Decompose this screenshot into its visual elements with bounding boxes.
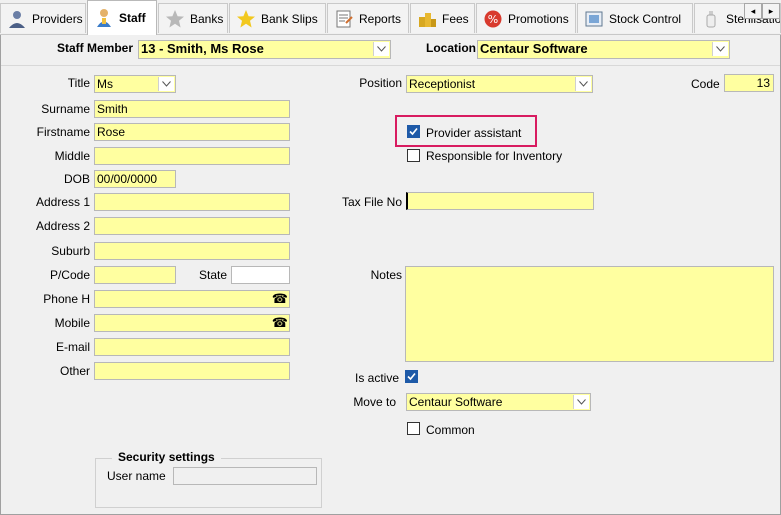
middle-label: Middle <box>54 149 90 163</box>
person-icon <box>7 9 27 29</box>
security-settings-title: Security settings <box>112 450 221 464</box>
tab-providers[interactable]: Providers <box>0 3 86 33</box>
is-active-checkbox[interactable] <box>405 370 418 383</box>
middle-input[interactable] <box>94 147 290 165</box>
mobile-input[interactable]: ☎ <box>94 314 290 332</box>
code-label: Code <box>691 77 720 91</box>
title-value: Ms <box>97 77 113 91</box>
chevron-down-icon[interactable] <box>575 77 591 91</box>
staff-member-label: Staff Member <box>57 41 134 55</box>
pcode-input[interactable] <box>94 266 176 284</box>
checkmark-icon <box>407 372 416 381</box>
email-label: E-mail <box>55 340 90 354</box>
location-value: Centaur Software <box>480 41 588 56</box>
tab-reports[interactable]: Reports <box>327 3 409 33</box>
taxfile-input[interactable] <box>406 192 594 210</box>
tab-staff[interactable]: Staff <box>87 0 157 35</box>
state-input[interactable] <box>231 266 290 284</box>
is-active-label: Is active <box>354 371 399 385</box>
phone-icon[interactable]: ☎ <box>272 291 288 307</box>
chevron-down-icon[interactable] <box>373 42 389 56</box>
move-to-value: Centaur Software <box>409 395 503 409</box>
svg-text:%: % <box>488 13 498 26</box>
chevron-right-icon: ▸ <box>768 5 774 16</box>
title-select[interactable]: Ms <box>94 75 176 93</box>
move-to-select[interactable]: Centaur Software <box>406 393 591 411</box>
address1-label: Address 1 <box>35 195 90 209</box>
other-input[interactable] <box>94 362 290 380</box>
tab-label: Promotions <box>508 11 569 26</box>
report-icon <box>334 9 354 29</box>
tab-promotions[interactable]: % Promotions <box>476 3 576 33</box>
common-checkbox[interactable] <box>407 422 420 435</box>
chevron-down-icon[interactable] <box>712 42 728 56</box>
notes-label: Notes <box>370 268 402 282</box>
address2-label: Address 2 <box>35 219 90 233</box>
dob-input[interactable]: 00/00/0000 <box>94 170 176 188</box>
tab-label: Banks <box>190 11 224 26</box>
star-icon <box>165 9 185 29</box>
phoneh-label: Phone H <box>43 292 90 306</box>
tab-label: Staff <box>119 11 146 25</box>
position-value: Receptionist <box>409 77 476 91</box>
chevron-down-icon[interactable] <box>158 77 174 91</box>
firstname-label: Firstname <box>36 125 90 139</box>
responsible-inventory-label[interactable]: Responsible for Inventory <box>426 149 562 163</box>
position-select[interactable]: Receptionist <box>406 75 593 93</box>
provider-assistant-checkbox[interactable] <box>407 125 420 138</box>
position-label: Position <box>359 76 402 90</box>
state-label: State <box>199 268 228 282</box>
tab-label: Stock Control <box>609 11 682 26</box>
tab-banks[interactable]: Banks <box>158 3 228 33</box>
staff-member-select[interactable]: 13 - Smith, Ms Rose <box>138 40 391 59</box>
coins-icon <box>417 9 437 29</box>
username-input[interactable] <box>173 467 317 485</box>
address1-input[interactable] <box>94 193 290 211</box>
staff-member-value: 13 - Smith, Ms Rose <box>141 41 264 56</box>
tab-label: Reports <box>359 11 402 26</box>
star-icon <box>236 9 256 29</box>
bottle-icon <box>701 9 721 29</box>
responsible-inventory-checkbox[interactable] <box>407 149 420 162</box>
provider-assistant-label[interactable]: Provider assistant <box>426 126 521 140</box>
tab-scroll-right-button[interactable]: ▸ <box>762 3 780 19</box>
firstname-input[interactable]: Rose <box>94 123 290 141</box>
phone-icon[interactable]: ☎ <box>272 315 288 331</box>
mobile-label: Mobile <box>54 316 90 330</box>
taxfile-label: Tax File No <box>341 195 402 209</box>
address2-input[interactable] <box>94 217 290 235</box>
suburb-label: Suburb <box>51 244 90 258</box>
code-input[interactable]: 13 <box>724 74 774 92</box>
move-to-label: Move to <box>353 395 396 409</box>
pcode-label: P/Code <box>49 268 90 282</box>
common-label[interactable]: Common <box>426 423 475 437</box>
other-label: Other <box>59 364 90 378</box>
email-input[interactable] <box>94 338 290 356</box>
username-label: User name <box>107 469 166 483</box>
suburb-input[interactable] <box>94 242 290 260</box>
tab-scroll-left-button[interactable]: ◂ <box>744 3 762 19</box>
dob-label: DOB <box>63 172 90 186</box>
chevron-left-icon: ◂ <box>750 5 756 16</box>
tab-fees[interactable]: Fees <box>410 3 475 33</box>
promotion-icon: % <box>483 9 503 29</box>
surname-label: Surname <box>41 102 90 116</box>
tab-stock-control[interactable]: Stock Control <box>577 3 693 33</box>
stock-icon <box>584 9 604 29</box>
phoneh-input[interactable]: ☎ <box>94 290 290 308</box>
title-label: Title <box>67 76 90 90</box>
tab-label: Fees <box>442 11 469 26</box>
surname-input[interactable]: Smith <box>94 100 290 118</box>
staff-icon <box>94 8 114 28</box>
location-select[interactable]: Centaur Software <box>477 40 730 59</box>
location-label: Location <box>426 41 476 55</box>
tab-bar: Providers Staff Banks Bank Slips Reports… <box>0 0 781 35</box>
tab-label: Providers <box>32 11 83 26</box>
tab-label: Bank Slips <box>261 11 318 26</box>
checkmark-icon <box>409 127 418 136</box>
tab-bank-slips[interactable]: Bank Slips <box>229 3 326 33</box>
notes-textarea[interactable] <box>405 266 774 362</box>
chevron-down-icon[interactable] <box>573 395 589 409</box>
